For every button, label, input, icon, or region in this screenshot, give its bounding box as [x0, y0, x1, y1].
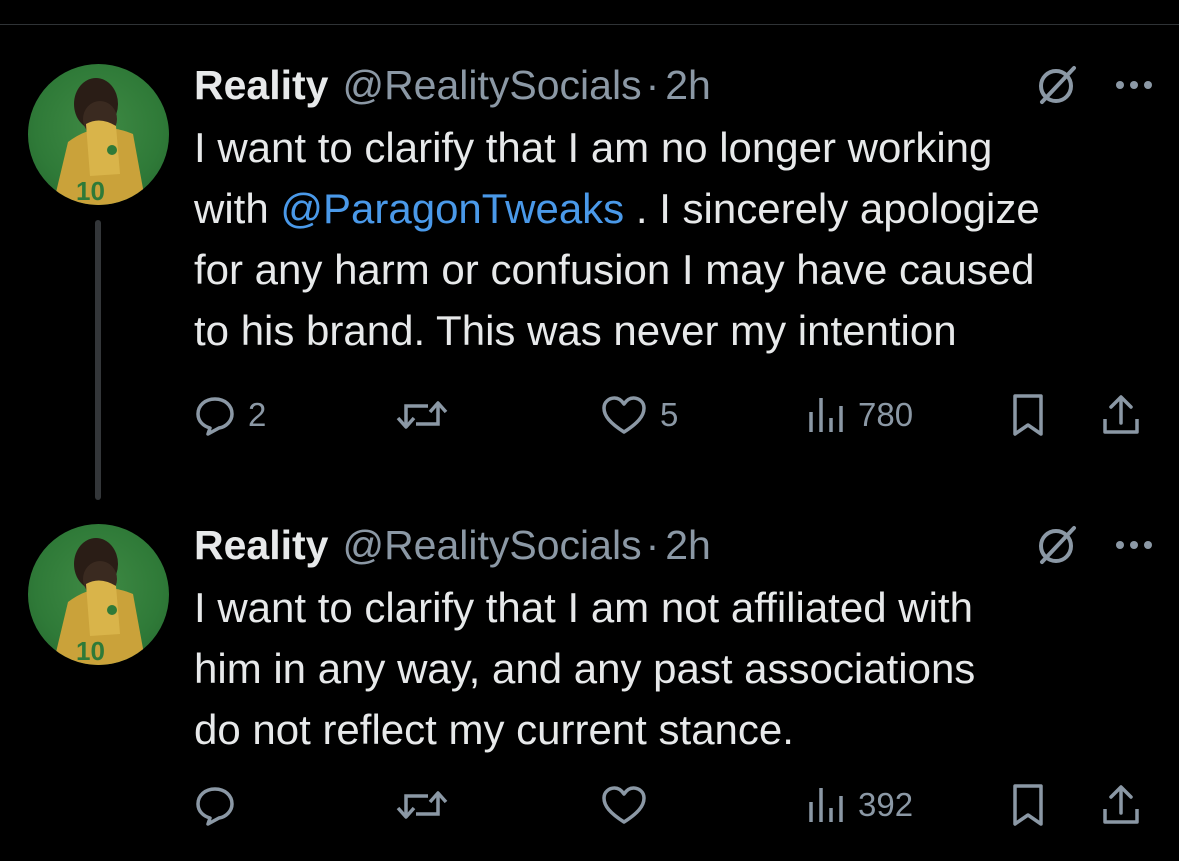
action-bar: 2 5 780: [194, 385, 1154, 445]
timestamp[interactable]: 2h: [665, 62, 711, 108]
display-name[interactable]: Reality: [194, 62, 328, 108]
tweet-text-fragment: with: [194, 185, 281, 232]
repost-icon: [396, 401, 448, 429]
separator-dot: ·: [645, 522, 660, 568]
repost-button[interactable]: [394, 775, 462, 835]
bookmark-button[interactable]: [1010, 385, 1046, 445]
tweet-text-line: I want to clarify that I am not affiliat…: [194, 584, 973, 631]
like-button[interactable]: 5: [600, 385, 678, 445]
tweet-text: I want to clarify that I am not affiliat…: [194, 577, 1154, 760]
svg-text:10: 10: [76, 636, 105, 665]
views-icon: [809, 398, 843, 432]
view-count: 392: [858, 786, 914, 823]
tweet-text-line: for any harm or confusion I may have cau…: [194, 246, 1035, 293]
reply-button[interactable]: [194, 775, 248, 835]
share-button[interactable]: [1100, 775, 1142, 835]
header-icons: [1034, 55, 1154, 115]
action-bar: 392: [194, 775, 1154, 835]
bookmark-icon: [1013, 394, 1043, 436]
view-count: 780: [858, 396, 914, 433]
user-handle[interactable]: @RealitySocials: [342, 522, 641, 568]
like-icon: [602, 396, 646, 434]
mention-link[interactable]: @ParagonTweaks: [280, 185, 624, 232]
share-icon: [1103, 785, 1139, 824]
avatar[interactable]: 10: [28, 524, 169, 665]
header-icons: [1034, 515, 1154, 575]
svg-text:10: 10: [76, 176, 105, 205]
tweet-text-fragment: . I sincerely apologize: [624, 185, 1040, 232]
grok-icon[interactable]: [1034, 62, 1080, 108]
avatar-image: 10: [53, 538, 146, 665]
views-icon: [809, 788, 843, 822]
tweet-text-line: do not reflect my current stance.: [194, 706, 794, 753]
more-icon[interactable]: [1114, 539, 1154, 551]
avatar-image: 10: [53, 78, 146, 205]
more-icon[interactable]: [1114, 79, 1154, 91]
views-button[interactable]: 780: [806, 385, 913, 445]
reply-icon: [196, 787, 234, 826]
like-button[interactable]: [600, 775, 660, 835]
bookmark-button[interactable]: [1010, 775, 1046, 835]
reply-icon: [196, 397, 234, 436]
like-icon: [602, 786, 646, 824]
grok-icon[interactable]: [1034, 522, 1080, 568]
user-handle[interactable]: @RealitySocials: [342, 62, 641, 108]
views-button[interactable]: 392: [806, 775, 913, 835]
display-name[interactable]: Reality: [194, 522, 328, 568]
tweet-header: Reality @RealitySocials· 2h: [194, 55, 1154, 115]
tweet-text-line: with @ParagonTweaks . I sincerely apolog…: [194, 178, 1154, 239]
share-icon: [1103, 395, 1139, 434]
tweet-text-line: him in any way, and any past association…: [194, 645, 976, 692]
share-button[interactable]: [1100, 385, 1142, 445]
avatar[interactable]: 10: [28, 64, 169, 205]
repost-icon: [396, 791, 448, 819]
bookmark-icon: [1013, 784, 1043, 826]
timestamp[interactable]: 2h: [665, 522, 711, 568]
thread-line: [95, 220, 101, 500]
separator-dot: ·: [645, 62, 660, 108]
top-divider: [0, 24, 1179, 25]
repost-button[interactable]: [394, 385, 462, 445]
like-count: 5: [660, 396, 679, 433]
tweet-content: Reality @RealitySocials· 2h I want to cl…: [194, 55, 1154, 436]
reply-count: 2: [248, 396, 267, 433]
tweet-header: Reality @RealitySocials· 2h: [194, 515, 1154, 575]
reply-button[interactable]: 2: [194, 385, 266, 445]
tweet-text-line: to his brand. This was never my intentio…: [194, 307, 957, 354]
tweet-content: Reality @RealitySocials· 2h I want to cl…: [194, 515, 1154, 826]
tweet-text-line: I want to clarify that I am no longer wo…: [194, 124, 993, 171]
tweet-text: I want to clarify that I am no longer wo…: [194, 117, 1154, 361]
